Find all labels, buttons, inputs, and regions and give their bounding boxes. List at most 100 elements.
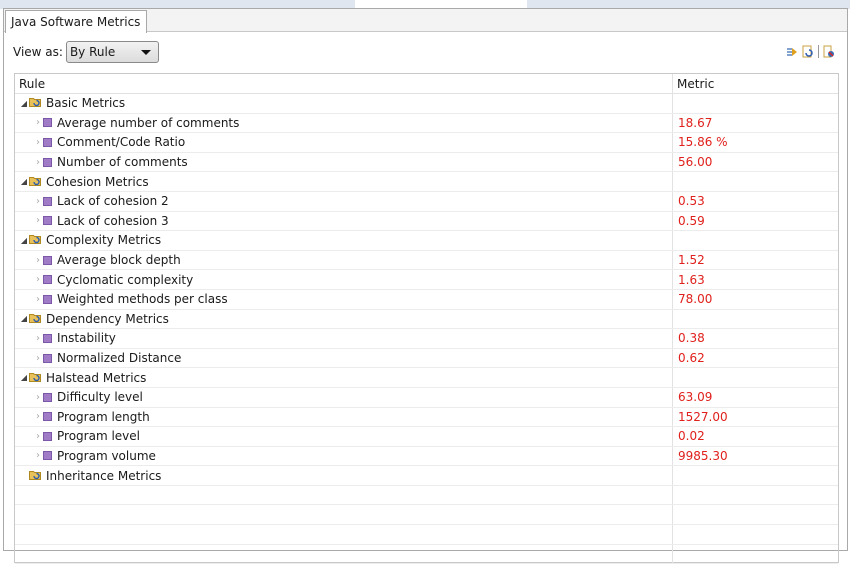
metric-value: 0.02 — [678, 429, 705, 444]
metric-value: 18.67 — [678, 115, 713, 130]
folder-icon — [29, 371, 42, 385]
group-row[interactable]: ◢ Dependency Metrics — [15, 309, 838, 330]
metric-row[interactable]: › Program level 0.02 — [15, 427, 838, 447]
metric-icon — [43, 157, 52, 167]
chevron-right-icon[interactable]: › — [33, 333, 43, 344]
rule-label: Instability — [57, 331, 116, 346]
metric-value: 1527.00 — [678, 409, 728, 424]
rule-label: Number of comments — [57, 155, 188, 170]
tab-bar: Java Software Metrics — [4, 9, 847, 33]
rule-cell: ◢ Basic Metrics — [15, 94, 673, 113]
metric-value: 63.09 — [678, 390, 713, 405]
metric-icon — [43, 451, 52, 461]
empty-row — [15, 485, 838, 506]
metric-row[interactable]: › Comment/Code Ratio 15.86 % — [15, 133, 838, 153]
column-header-metric[interactable]: Metric — [673, 74, 838, 93]
folder-icon — [29, 96, 42, 110]
folder-icon — [29, 175, 42, 189]
rule-cell: › Difficulty level — [15, 387, 673, 407]
empty-row — [15, 505, 838, 526]
group-row[interactable]: ◢ Complexity Metrics — [15, 231, 838, 251]
tab-java-software-metrics[interactable]: Java Software Metrics — [5, 10, 148, 33]
toolbar-separator — [818, 45, 819, 58]
view-as: View as: By Rule — [13, 41, 159, 63]
metric-icon — [43, 353, 52, 363]
metric-row[interactable]: › Lack of cohesion 2 0.53 — [15, 191, 838, 212]
view-as-select[interactable]: By Rule — [65, 41, 159, 63]
rule-cell: › Lack of cohesion 3 — [15, 211, 673, 231]
view-as-label: View as: — [13, 45, 63, 59]
group-row[interactable]: Inheritance Metrics — [15, 466, 838, 486]
chevron-right-icon[interactable]: › — [33, 196, 43, 207]
metric-icon — [43, 392, 52, 402]
chevron-right-icon[interactable]: › — [33, 157, 43, 168]
group-row[interactable]: ◢ Halstead Metrics — [15, 368, 838, 388]
metric-row[interactable]: › Average block depth 1.52 — [15, 250, 838, 271]
metric-icon — [43, 255, 52, 265]
chevron-right-icon[interactable]: › — [33, 411, 43, 422]
rule-label: Average block depth — [57, 253, 181, 268]
folder-icon — [29, 312, 42, 326]
rule-cell: › Average number of comments — [15, 113, 673, 133]
rule-cell: › Instability — [15, 329, 673, 348]
chevron-right-icon[interactable]: › — [33, 215, 43, 226]
column-header-rule[interactable]: Rule — [15, 74, 673, 93]
group-row[interactable]: ◢ Cohesion Metrics — [15, 172, 838, 192]
chevron-right-icon[interactable]: › — [33, 255, 43, 266]
metric-row[interactable]: › Difficulty level 63.09 — [15, 387, 838, 408]
chevron-right-icon[interactable]: › — [33, 274, 43, 285]
metric-row[interactable]: › Lack of cohesion 3 0.59 — [15, 211, 838, 232]
chevron-right-icon[interactable]: › — [33, 294, 43, 305]
chevron-right-icon[interactable]: › — [33, 117, 43, 128]
rule-cell: › Program length — [15, 407, 673, 427]
group-label: Cohesion Metrics — [46, 174, 149, 189]
metric-value: 78.00 — [678, 292, 713, 307]
metric-row[interactable]: › Cyclomatic complexity 1.63 — [15, 270, 838, 290]
metric-row[interactable]: › Number of comments 56.00 — [15, 152, 838, 173]
rule-label: Normalized Distance — [57, 351, 182, 366]
metric-value: 15.86 % — [678, 135, 728, 150]
metric-row[interactable]: › Weighted methods per class 78.00 — [15, 289, 838, 310]
expand-icon[interactable] — [786, 46, 798, 58]
metric-value: 0.59 — [678, 213, 705, 228]
metric-value — [673, 231, 838, 250]
metric-value: 0.53 — [678, 194, 705, 209]
metrics-view: Java Software Metrics View as: By Rule R… — [3, 8, 848, 564]
group-row[interactable]: ◢ Basic Metrics — [15, 94, 838, 114]
empty-row — [15, 544, 838, 564]
metric-icon — [43, 412, 52, 422]
rule-cell: Inheritance Metrics — [15, 466, 673, 485]
chevron-right-icon[interactable]: › — [33, 450, 43, 461]
rule-cell: › Comment/Code Ratio — [15, 133, 673, 152]
chevron-right-icon[interactable]: › — [33, 353, 43, 364]
triangle-down-icon[interactable]: ◢ — [19, 236, 29, 245]
rule-label: Cyclomatic complexity — [57, 272, 194, 287]
metric-icon — [43, 137, 52, 147]
metric-value: 0.38 — [678, 331, 705, 346]
chevron-right-icon[interactable]: › — [33, 431, 43, 442]
group-label: Dependency Metrics — [46, 311, 169, 326]
triangle-down-icon[interactable]: ◢ — [19, 373, 29, 382]
metric-row[interactable]: › Average number of comments 18.67 — [15, 113, 838, 134]
group-label: Complexity Metrics — [46, 233, 162, 248]
table-header: Rule Metric — [15, 74, 838, 94]
chevron-right-icon[interactable]: › — [33, 392, 43, 403]
metric-row[interactable]: › Normalized Distance 0.62 — [15, 348, 838, 369]
metrics-table: Rule Metric ◢ Basic Metrics › Average numbe… — [14, 73, 839, 564]
metric-icon — [43, 431, 52, 441]
metric-row[interactable]: › Program length 1527.00 — [15, 407, 838, 428]
metric-row[interactable]: › Instability 0.38 — [15, 329, 838, 349]
rule-label: Program length — [57, 409, 150, 424]
rule-cell: › Lack of cohesion 2 — [15, 191, 673, 211]
settings-icon[interactable] — [823, 45, 835, 58]
metric-value — [673, 172, 838, 191]
export-icon[interactable] — [802, 45, 814, 58]
rule-label: Lack of cohesion 3 — [57, 213, 169, 228]
triangle-down-icon[interactable]: ◢ — [19, 177, 29, 186]
metric-icon — [43, 333, 52, 343]
metric-row[interactable]: › Program volume 9985.30 — [15, 446, 838, 467]
triangle-down-icon[interactable]: ◢ — [19, 99, 29, 108]
chevron-right-icon[interactable]: › — [33, 137, 43, 148]
metric-value: 1.63 — [678, 272, 705, 287]
triangle-down-icon[interactable]: ◢ — [19, 314, 29, 323]
